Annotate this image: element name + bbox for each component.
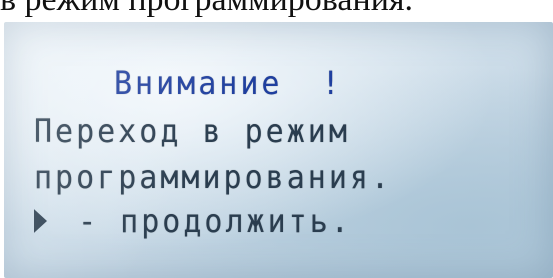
cropped-caption-text: в режим программирования. bbox=[0, 0, 553, 22]
lcd-title: Внимание ! bbox=[114, 65, 343, 103]
warning-mark: ! bbox=[321, 64, 343, 103]
lcd-line-3-text: - продолжить. bbox=[78, 202, 352, 241]
lcd-screen: Внимание ! Переход в режим программирова… bbox=[4, 22, 553, 278]
play-arrow-icon bbox=[34, 208, 47, 233]
lcd-line-3: - продолжить. bbox=[34, 202, 352, 241]
photo-frame: в режим программирования. Внимание ! Пер… bbox=[0, 0, 553, 278]
lcd-line-2: программирования. bbox=[34, 158, 393, 197]
lcd-line-1: Переход в режим bbox=[34, 112, 350, 151]
lcd-title-text: Внимание bbox=[114, 64, 283, 103]
